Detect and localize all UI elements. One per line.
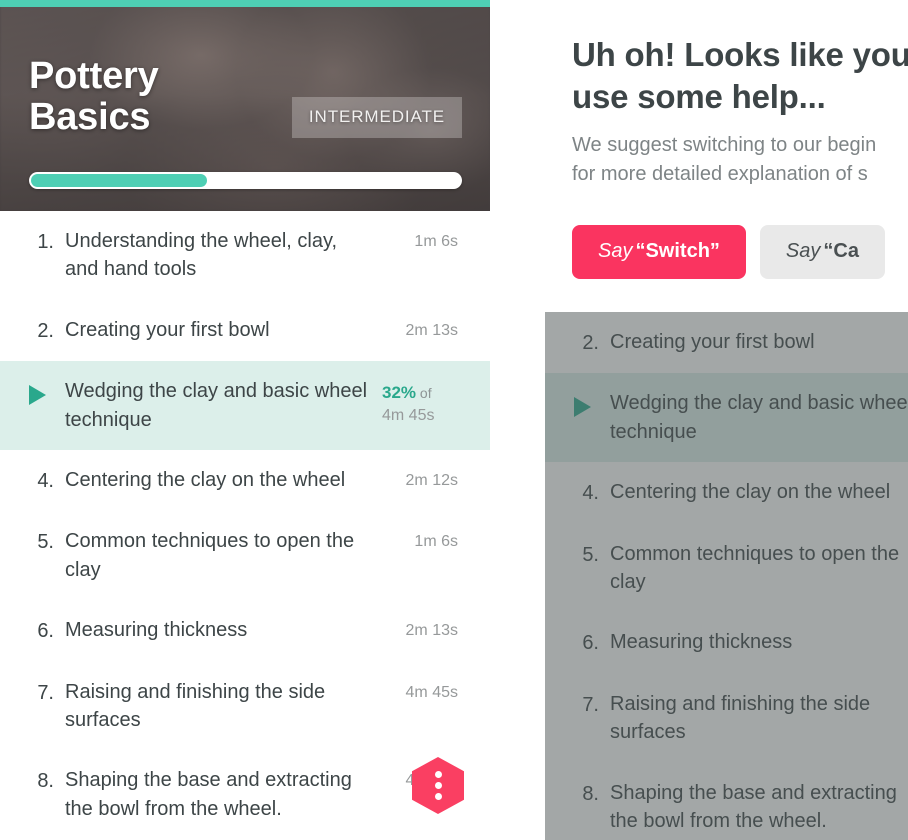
lesson-title: Creating your first bowl bbox=[610, 331, 815, 353]
lesson-index: 7. bbox=[37, 681, 54, 704]
level-badge: INTERMEDIATE bbox=[291, 97, 462, 138]
lesson-row[interactable]: 8. Shaping the base and extracting the bo… bbox=[545, 763, 908, 840]
lesson-row[interactable]: 1. Understanding the wheel, clay, and han… bbox=[0, 211, 490, 300]
dialog-body-line-2: for more detailed explanation of s bbox=[572, 163, 868, 186]
lesson-title: Centering the clay on the wheel bbox=[65, 468, 346, 491]
lesson-title: Shaping the base and extracting the bowl… bbox=[65, 769, 352, 820]
play-icon bbox=[565, 389, 599, 418]
lesson-row[interactable]: 6. Measuring thickness 2m 13s bbox=[0, 600, 490, 661]
lesson-duration: 2m 13s bbox=[405, 321, 458, 339]
dialog-headline: Uh oh! Looks like you use some help... bbox=[572, 34, 908, 117]
lesson-title: Measuring thickness bbox=[65, 619, 248, 642]
say-switch-prefix: Say bbox=[598, 240, 633, 263]
lesson-row[interactable]: 2. Creating your first bowl 2m 13s bbox=[0, 300, 490, 361]
say-cancel-word: “Ca bbox=[823, 240, 859, 263]
lesson-title: Measuring thickness bbox=[610, 631, 793, 654]
course-title: Pottery Basics bbox=[29, 55, 159, 139]
more-vertical-icon bbox=[412, 757, 464, 814]
lesson-title: Wedging the clay and basic wheel techniq… bbox=[610, 392, 908, 443]
lesson-index: 5. bbox=[37, 531, 54, 554]
dialog-headline-line-1: Uh oh! Looks like you bbox=[572, 36, 908, 73]
lesson-row[interactable]: 5. Common techniques to open the clay bbox=[545, 524, 908, 613]
say-switch-word: “Switch” bbox=[635, 240, 720, 263]
lesson-index: 8. bbox=[582, 782, 599, 805]
lesson-row[interactable]: Wedging the clay and basic wheel techniq… bbox=[0, 361, 490, 450]
lesson-row[interactable]: Wedging the clay and basic wheel techniq… bbox=[545, 373, 908, 463]
lesson-row[interactable]: 2. Creating your first bowl bbox=[545, 312, 908, 373]
course-title-line-2: Basics bbox=[29, 96, 151, 139]
lesson-row[interactable]: 5. Common techniques to open the clay 1m 6… bbox=[0, 511, 490, 600]
lesson-duration: 1m 6s bbox=[414, 233, 458, 250]
lesson-row[interactable]: 4. Centering the clay on the wheel bbox=[545, 462, 908, 523]
lesson-row[interactable]: 6. Measuring thickness bbox=[545, 612, 908, 673]
lesson-title: Wedging the clay and basic wheel techniq… bbox=[65, 380, 368, 431]
lesson-title: Understanding the wheel, clay, and hand … bbox=[65, 230, 338, 281]
lesson-index: 7. bbox=[582, 693, 599, 716]
dialog-actions: Say “Switch” Say “Ca bbox=[572, 225, 908, 280]
lesson-list: 1. Understanding the wheel, clay, and han… bbox=[0, 211, 490, 839]
lesson-progress: 32% of 4m 45s bbox=[380, 377, 486, 427]
say-cancel-prefix: Say bbox=[785, 240, 821, 263]
app-screen: Pottery Basics INTERMEDIATE 1. Understand… bbox=[0, 0, 908, 840]
dialog-body: We suggest switching to our begin for mo… bbox=[572, 131, 908, 189]
lesson-of-label: of bbox=[416, 385, 432, 402]
dialog-headline-line-2: use some help... bbox=[572, 77, 826, 115]
play-icon bbox=[20, 377, 54, 406]
course-title-line-1: Pottery bbox=[29, 55, 159, 97]
course-progress-bar bbox=[29, 172, 462, 189]
lesson-duration: 1m 6s bbox=[414, 533, 458, 551]
lesson-duration: 2m 13s bbox=[405, 622, 458, 640]
lesson-index: 1. bbox=[37, 231, 54, 253]
lesson-index: 4. bbox=[37, 469, 54, 492]
lesson-title: Common techniques to open the clay bbox=[610, 542, 900, 593]
lesson-index: 2. bbox=[582, 332, 599, 354]
suggestion-panel: Uh oh! Looks like you use some help... W… bbox=[545, 0, 908, 840]
lesson-title: Raising and finishing the side surfaces bbox=[610, 692, 871, 744]
lesson-total-duration: 4m 45s bbox=[382, 406, 435, 424]
lesson-index: 6. bbox=[37, 620, 54, 643]
lesson-percent: 32% bbox=[382, 383, 417, 403]
lesson-title: Shaping the base and extracting the bowl… bbox=[610, 781, 897, 832]
lesson-duration: 4m 45s bbox=[405, 683, 458, 701]
lesson-index: 6. bbox=[582, 632, 599, 655]
lesson-title: Creating your first bowl bbox=[65, 318, 270, 341]
lesson-index: 5. bbox=[582, 543, 599, 566]
lesson-title: Centering the clay on the wheel bbox=[610, 481, 891, 504]
say-cancel-button[interactable]: Say “Ca bbox=[759, 225, 885, 280]
say-switch-button[interactable]: Say “Switch” bbox=[572, 225, 746, 280]
lesson-index: 8. bbox=[37, 770, 54, 793]
lesson-index: 2. bbox=[37, 319, 54, 342]
course-card: Pottery Basics INTERMEDIATE 1. Understand… bbox=[0, 0, 490, 840]
dimmed-lesson-list: 2. Creating your first bowl Wedging the cl… bbox=[545, 312, 908, 840]
lesson-duration: 2m 12s bbox=[405, 471, 458, 489]
more-options-fab[interactable] bbox=[412, 757, 464, 814]
lesson-row[interactable]: 7. Raising and finishing the side surface… bbox=[545, 674, 908, 763]
lesson-title: Raising and finishing the side surfaces bbox=[65, 680, 326, 731]
dialog-body-line-1: We suggest switching to our begin bbox=[572, 134, 877, 157]
course-progress-fill bbox=[31, 174, 207, 187]
course-hero: Pottery Basics INTERMEDIATE bbox=[0, 0, 490, 211]
accent-top-bar bbox=[0, 0, 490, 7]
dimmed-lesson-list-inner: 2. Creating your first bowl Wedging the cl… bbox=[545, 312, 908, 840]
suggestion-dialog: Uh oh! Looks like you use some help... W… bbox=[545, 0, 908, 280]
lesson-index: 4. bbox=[582, 482, 599, 505]
lesson-row[interactable]: 4. Centering the clay on the wheel 2m 12s bbox=[0, 450, 490, 511]
lesson-title: Common techniques to open the clay bbox=[65, 530, 355, 581]
lesson-row[interactable]: 7. Raising and finishing the side surface… bbox=[0, 662, 490, 751]
